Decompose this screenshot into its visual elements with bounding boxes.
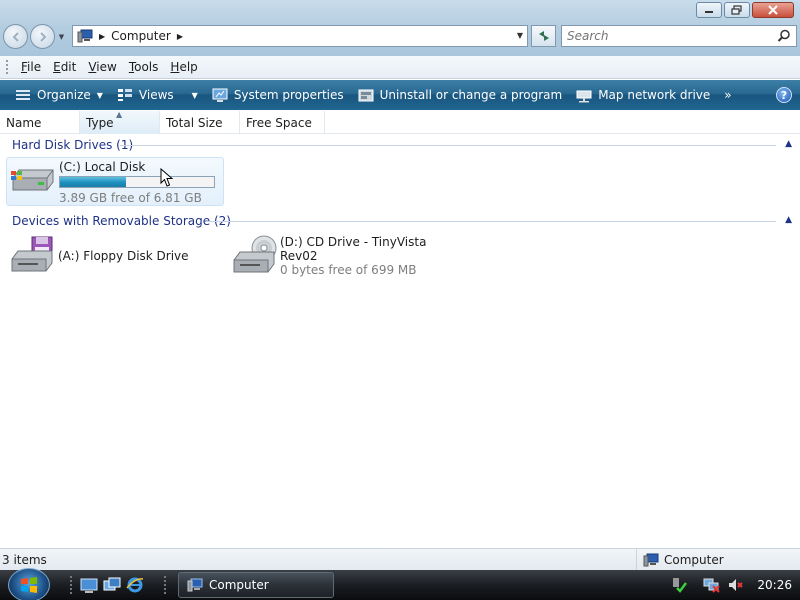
drive-tile-d[interactable]: (D:) CD Drive - TinyVista Rev02 0 bytes …: [228, 233, 438, 285]
menu-bar: File Edit View Tools Help: [0, 56, 800, 79]
mouse-pointer-icon: [160, 168, 174, 187]
collapse-group-icon[interactable]: ▲: [785, 139, 792, 149]
search-box[interactable]: [561, 25, 797, 47]
drive-details-a: (A:) Floppy Disk Drive: [58, 233, 189, 283]
map-network-drive-button[interactable]: Map network drive: [569, 80, 717, 110]
maximize-button[interactable]: [724, 2, 750, 18]
organize-icon: [15, 87, 31, 103]
show-desktop-icon[interactable]: [80, 576, 98, 594]
help-icon: ?: [780, 88, 788, 102]
collapse-group-icon[interactable]: ▲: [785, 215, 792, 225]
taskbar-button-computer[interactable]: Computer: [178, 572, 334, 598]
minimize-icon: [705, 11, 713, 13]
group-divider: [120, 145, 776, 146]
group-divider: [206, 221, 776, 222]
views-icon: [117, 87, 133, 103]
disk-usage-bar: [59, 176, 215, 188]
refresh-button[interactable]: [531, 25, 556, 47]
column-type[interactable]: ▲ Type: [80, 110, 160, 134]
column-free-space[interactable]: Free Space: [240, 111, 325, 134]
search-input[interactable]: [567, 29, 767, 43]
drive-name-d-line2: Rev02: [280, 249, 318, 263]
more-commands-button[interactable]: »: [717, 80, 738, 110]
menu-tools[interactable]: Tools: [123, 60, 165, 74]
address-history-dropdown-icon[interactable]: ▼: [517, 31, 523, 40]
back-arrow-icon: [12, 31, 19, 42]
forward-arrow-icon: [39, 31, 46, 42]
windows-logo-icon: [21, 577, 37, 593]
group-header-removable[interactable]: Devices with Removable Storage (2): [12, 212, 231, 230]
recent-pages-dropdown[interactable]: ▼: [57, 31, 66, 43]
volume-muted-icon[interactable]: [727, 577, 744, 593]
address-bar[interactable]: ▶ Computer ▶ ▼: [72, 25, 528, 47]
computer-icon: [643, 553, 659, 566]
switch-windows-icon[interactable]: [103, 576, 121, 594]
breadcrumb-computer[interactable]: Computer: [111, 29, 171, 43]
menu-view[interactable]: View: [82, 60, 122, 74]
floppy-drive-icon: [6, 233, 58, 279]
file-list-content: Hard Disk Drives (1) ▲ (C:) Local Disk 3…: [0, 135, 800, 547]
security-center-icon[interactable]: [671, 577, 688, 593]
restore-icon: [731, 5, 742, 15]
status-location: Computer: [636, 548, 724, 571]
drive-free-space-d: 0 bytes free of 699 MB: [280, 263, 417, 277]
chevron-down-icon: ▼: [58, 32, 65, 41]
column-name[interactable]: Name: [0, 111, 80, 134]
system-properties-button[interactable]: System properties: [205, 80, 351, 110]
breadcrumb-separator-icon[interactable]: ▶: [99, 32, 105, 41]
column-headers: Name ▲ Type Total Size Free Space: [0, 110, 800, 134]
organize-button[interactable]: Organize ▼: [8, 80, 110, 110]
drive-free-space-c: 3.89 GB free of 6.81 GB: [59, 191, 202, 205]
window-titlebar: ▼ ▶ Computer ▶ ▼: [0, 0, 800, 56]
caption-buttons: [696, 2, 794, 18]
drive-name-c: (C:) Local Disk: [59, 160, 146, 174]
cd-drive-icon: [228, 233, 280, 279]
item-count: 3 items: [2, 552, 47, 567]
menu-file[interactable]: File: [15, 60, 47, 74]
chevron-down-icon: ▼: [191, 90, 198, 100]
refresh-icon: [538, 31, 549, 41]
menu-grip: [6, 60, 9, 74]
internet-explorer-icon[interactable]: [126, 576, 144, 594]
system-tray: 20:26: [663, 570, 800, 600]
back-button[interactable]: [3, 24, 28, 49]
drive-name-d-line1: (D:) CD Drive - TinyVista: [280, 235, 427, 249]
group-header-hard-disks[interactable]: Hard Disk Drives (1): [12, 136, 133, 154]
taskbar-grip: [164, 576, 167, 594]
disk-usage-fill: [60, 177, 127, 187]
system-clock[interactable]: 20:26: [757, 578, 792, 592]
search-icon[interactable]: [777, 29, 791, 43]
system-properties-icon: [212, 87, 228, 103]
taskbar-grip: [70, 576, 73, 594]
minimize-button[interactable]: [696, 2, 722, 18]
network-drive-icon: [576, 87, 592, 103]
computer-icon: [187, 578, 203, 592]
drive-details-c: (C:) Local Disk 3.89 GB free of 6.81 GB: [59, 158, 215, 205]
breadcrumb-separator-icon[interactable]: ▶: [177, 32, 183, 41]
column-total-size[interactable]: Total Size: [160, 111, 240, 134]
start-button[interactable]: [8, 568, 50, 600]
menu-edit[interactable]: Edit: [47, 60, 82, 74]
close-button[interactable]: [752, 2, 794, 18]
forward-button[interactable]: [30, 24, 55, 49]
drive-name-a: (A:) Floppy Disk Drive: [58, 249, 189, 263]
uninstall-program-button[interactable]: Uninstall or change a program: [351, 80, 570, 110]
chevron-down-icon: ▼: [96, 90, 103, 100]
status-bar: 3 items Computer: [0, 548, 800, 571]
programs-icon: [358, 87, 374, 103]
sort-ascending-icon: ▲: [116, 110, 123, 119]
menu-help[interactable]: Help: [164, 60, 203, 74]
hard-disk-icon: [7, 158, 59, 204]
computer-icon: [77, 29, 93, 43]
network-icon[interactable]: [703, 577, 721, 593]
drive-details-d: (D:) CD Drive - TinyVista Rev02 0 bytes …: [280, 233, 426, 285]
taskbar: Computer 20:26: [0, 568, 800, 600]
views-button[interactable]: Views ▼: [110, 80, 205, 110]
close-icon: [768, 5, 778, 15]
drive-tile-a[interactable]: (A:) Floppy Disk Drive: [6, 233, 206, 283]
nav-buttons: ▼: [3, 24, 66, 49]
command-toolbar: Organize ▼ Views ▼ System properties Uni…: [0, 80, 800, 110]
drive-tile-c[interactable]: (C:) Local Disk 3.89 GB free of 6.81 GB: [6, 157, 224, 206]
help-button[interactable]: ?: [776, 87, 792, 103]
